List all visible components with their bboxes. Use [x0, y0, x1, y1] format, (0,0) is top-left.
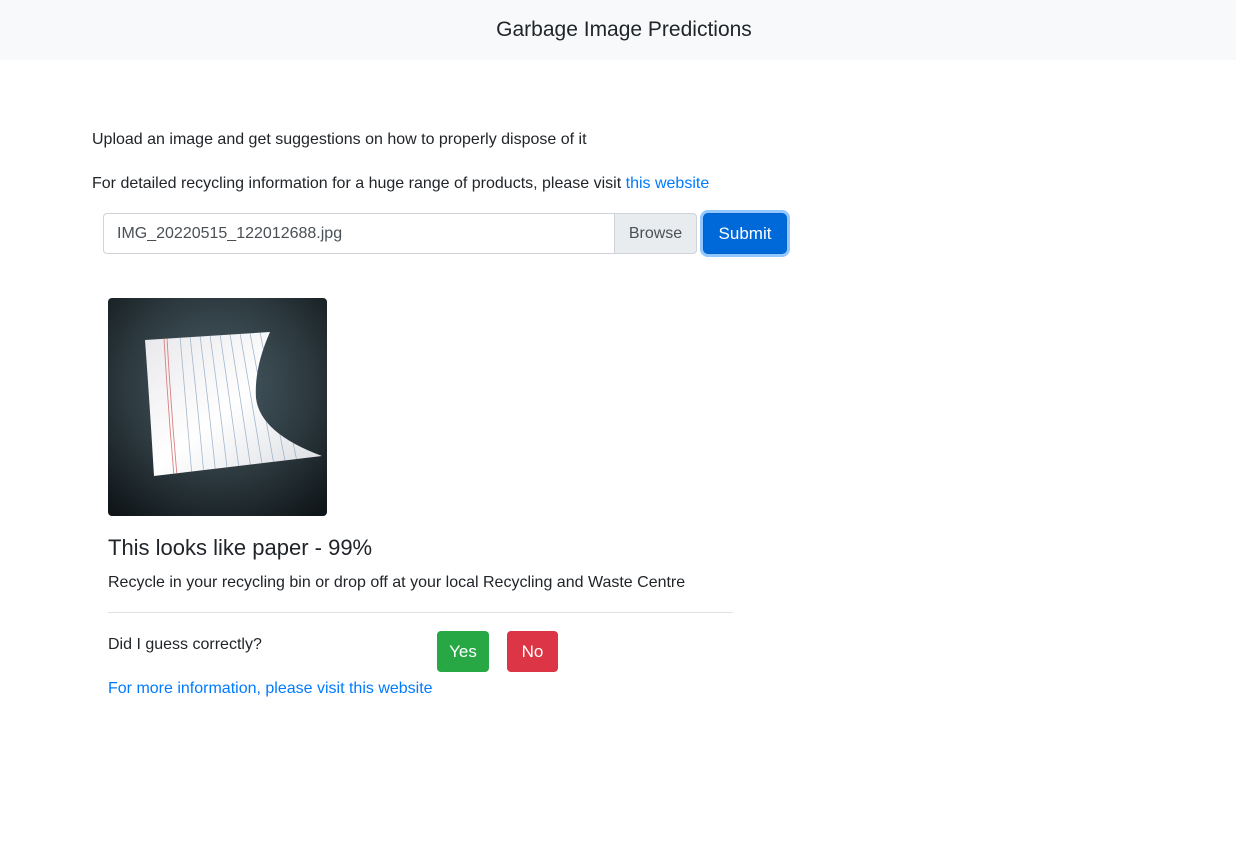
submit-button[interactable]: Submit — [703, 213, 787, 254]
navbar: Garbage Image Predictions — [0, 0, 1236, 60]
no-button[interactable]: No — [507, 631, 558, 672]
feedback-question: Did I guess correctly? — [108, 636, 262, 653]
intro-link-line: For detailed recycling information for a… — [92, 174, 709, 194]
file-name: IMG_20220515_122012688.jpg — [117, 224, 343, 242]
prediction-title: This looks like paper - 99% — [108, 535, 373, 560]
disposal-instructions: Recycle in your recycling bin or drop of… — [108, 574, 686, 591]
more-info-link[interactable]: For more information, please visit this … — [108, 679, 433, 699]
uploaded-image — [108, 298, 327, 516]
recycling-website-link[interactable]: this website — [626, 175, 710, 192]
intro-link-prefix: For detailed recycling information for a… — [92, 175, 626, 192]
navbar-title[interactable]: Garbage Image Predictions — [496, 18, 752, 42]
divider — [108, 612, 733, 613]
file-input[interactable]: IMG_20220515_122012688.jpg — [103, 213, 614, 254]
yes-button[interactable]: Yes — [437, 631, 489, 672]
intro-text: Upload an image and get suggestions on h… — [92, 131, 587, 148]
browse-button[interactable]: Browse — [614, 213, 697, 254]
upload-form: IMG_20220515_122012688.jpg Browse Submit — [103, 213, 787, 254]
